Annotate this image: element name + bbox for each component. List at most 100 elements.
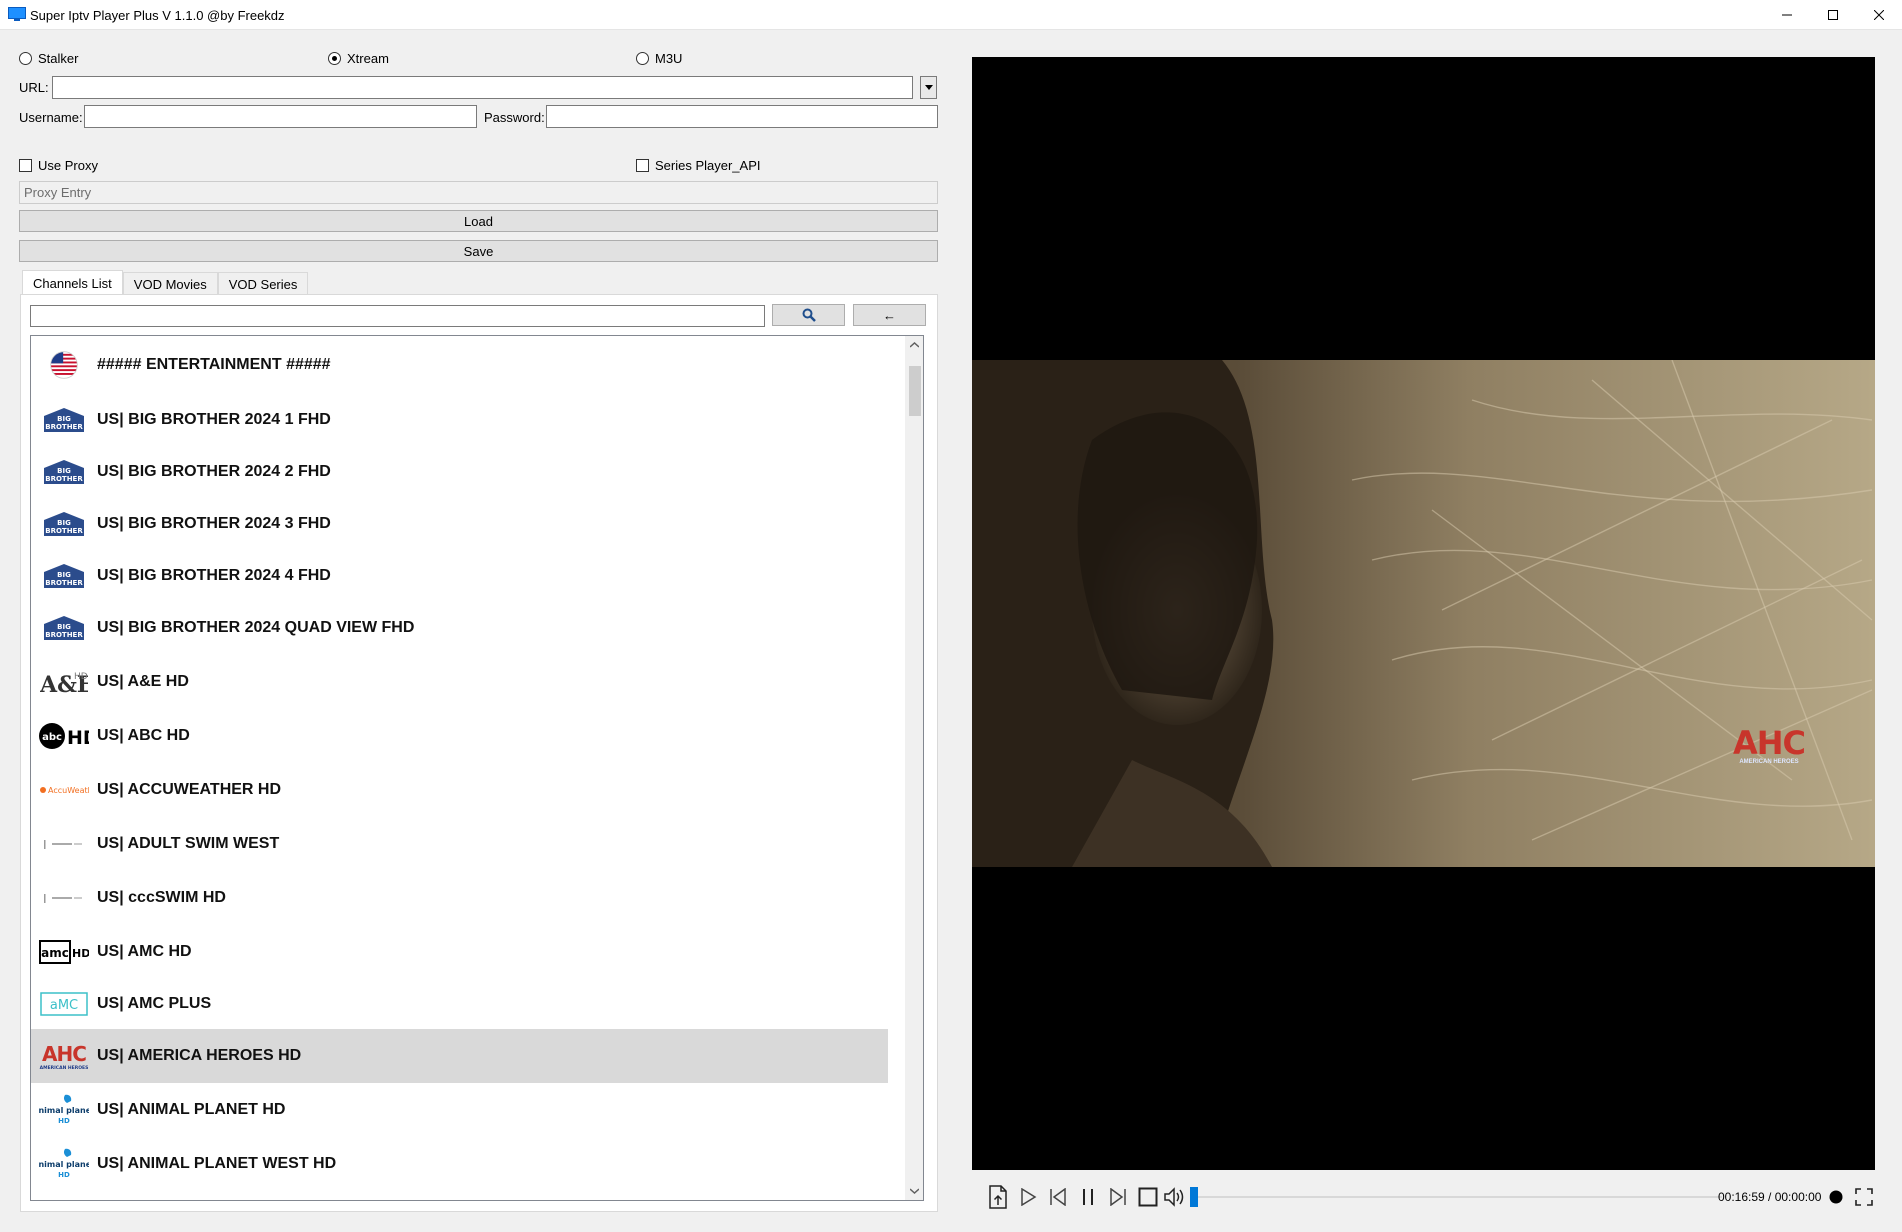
use-proxy-checkbox[interactable]: Use Proxy <box>19 158 98 173</box>
channel-search-button[interactable] <box>772 304 845 326</box>
app-monitor-icon <box>8 7 26 21</box>
channel-list-item[interactable]: BIG BROTHER US| BIG BROTHER 2024 4 FHD <box>31 550 888 602</box>
proxy-entry-input[interactable]: Proxy Entry <box>19 181 938 204</box>
maximize-button[interactable] <box>1810 0 1856 30</box>
svg-text:HD: HD <box>58 1117 70 1125</box>
channel-logo <box>39 880 89 916</box>
username-label: Username: <box>19 110 83 125</box>
fullscreen-button[interactable] <box>1852 1185 1876 1209</box>
svg-text:abc: abc <box>42 732 62 743</box>
load-button[interactable]: Load <box>19 210 938 232</box>
chevron-up-icon <box>909 342 919 348</box>
radio-indicator <box>328 52 341 65</box>
channel-list-item[interactable]: abc HD US| ABC HD <box>31 709 888 763</box>
url-dropdown-button[interactable] <box>920 76 937 99</box>
open-file-button[interactable] <box>986 1185 1010 1209</box>
series-player-api-checkbox[interactable]: Series Player_API <box>636 158 761 173</box>
channel-name: US| ABC HD <box>97 727 190 744</box>
content-tabs: Channels List VOD Movies VOD Series <box>22 270 309 296</box>
channel-list-item[interactable]: A&E HD US| A&E HD <box>31 654 888 709</box>
pause-button[interactable] <box>1076 1185 1100 1209</box>
record-button[interactable] <box>1824 1185 1848 1209</box>
channel-list-item[interactable]: antenna US| ANTENNA TV <box>31 1191 888 1200</box>
channel-list-item[interactable]: AHC AMERICAN HEROES US| AMERICA HEROES HD <box>31 1029 888 1083</box>
channel-name: US| ANIMAL PLANET WEST HD <box>97 1155 337 1172</box>
adult-swim-logo-icon <box>44 840 82 849</box>
pause-icon <box>1083 1189 1093 1205</box>
minimize-button[interactable] <box>1764 0 1810 30</box>
tab-channels-list[interactable]: Channels List <box>22 270 123 296</box>
scroll-down-button[interactable] <box>905 1182 923 1200</box>
channels-panel: ← ##### ENTERTAINMENT ##### BIG BROTHER U… <box>20 294 938 1212</box>
channel-logo: aMC <box>39 986 89 1022</box>
channel-logo <box>39 826 89 862</box>
play-button[interactable] <box>1016 1185 1040 1209</box>
channel-logo: BIG BROTHER <box>39 558 89 594</box>
svg-text:BROTHER: BROTHER <box>45 475 83 483</box>
previous-button[interactable] <box>1046 1185 1070 1209</box>
back-button[interactable]: ← <box>853 304 926 326</box>
channel-list-item[interactable]: US| cccSWIM HD <box>31 871 888 925</box>
channel-list-item[interactable]: animal planet HD US| ANIMAL PLANET HD <box>31 1083 888 1137</box>
channel-list-item[interactable]: BIG BROTHER US| BIG BROTHER 2024 3 FHD <box>31 498 888 550</box>
channel-list-item[interactable]: BIG BROTHER US| BIG BROTHER 2024 2 FHD <box>31 446 888 498</box>
svg-text:HD: HD <box>58 1171 70 1179</box>
accuweather-logo-icon: AccuWeather <box>40 786 89 795</box>
channel-list-item[interactable]: BIG BROTHER US| BIG BROTHER 2024 1 FHD <box>31 394 888 446</box>
tab-vod-movies[interactable]: VOD Movies <box>122 272 218 296</box>
next-icon <box>1110 1188 1126 1206</box>
maximize-icon <box>1828 10 1838 20</box>
open-file-icon <box>989 1185 1007 1209</box>
amc-plus-logo-icon: aMC <box>40 991 88 1016</box>
channel-logo: abc HD <box>39 718 89 754</box>
seek-bar[interactable] <box>1192 1196 1722 1198</box>
scroll-thumb[interactable] <box>909 366 921 416</box>
channel-list-item[interactable]: ##### ENTERTAINMENT ##### <box>31 336 888 394</box>
username-input[interactable] <box>84 105 477 128</box>
channel-name: US| AMC PLUS <box>97 994 212 1012</box>
animal-planet-logo-icon: animal planet HD <box>39 1094 89 1125</box>
close-button[interactable] <box>1856 0 1902 30</box>
stop-button[interactable] <box>1136 1185 1160 1209</box>
channel-list-item[interactable]: BIG BROTHER US| BIG BROTHER 2024 QUAD VIE… <box>31 602 888 654</box>
channel-name: US| BIG BROTHER 2024 QUAD VIEW FHD <box>97 619 415 636</box>
channel-name: US| AMC HD <box>97 942 192 960</box>
svg-text:HD: HD <box>74 672 88 682</box>
url-label: URL: <box>19 80 49 95</box>
seek-handle[interactable] <box>1190 1187 1198 1207</box>
svg-text:AccuWeather: AccuWeather <box>48 786 89 795</box>
password-input[interactable] <box>546 105 938 128</box>
video-player[interactable]: AHC AMERICAN HEROES <box>972 57 1875 1170</box>
channel-list-item[interactable]: animal planet HD US| ANIMAL PLANET WEST H… <box>31 1137 888 1191</box>
url-input[interactable] <box>52 76 913 99</box>
window-title: Super Iptv Player Plus V 1.1.0 @by Freek… <box>30 8 285 23</box>
scroll-up-button[interactable] <box>905 336 923 354</box>
big-brother-logo-icon: BIG BROTHER <box>44 512 84 536</box>
channel-name: US| cccSWIM HD <box>97 889 226 906</box>
mode-stalker-radio[interactable]: Stalker <box>19 51 78 66</box>
close-icon <box>1874 10 1884 20</box>
svg-text:BROTHER: BROTHER <box>45 631 83 639</box>
volume-icon <box>1164 1187 1184 1207</box>
channel-name: US| BIG BROTHER 2024 4 FHD <box>97 567 331 584</box>
mode-m3u-radio[interactable]: M3U <box>636 51 682 66</box>
password-label: Password: <box>484 110 545 125</box>
mode-xtream-radio[interactable]: Xtream <box>328 51 389 66</box>
channel-search-input[interactable] <box>30 305 765 327</box>
big-brother-logo-icon: BIG BROTHER <box>44 564 84 588</box>
channel-list-item[interactable]: aMC US| AMC PLUS <box>31 978 888 1029</box>
save-button[interactable]: Save <box>19 240 938 262</box>
channel-name: US| BIG BROTHER 2024 3 FHD <box>97 515 331 532</box>
channel-list-item[interactable]: US| ADULT SWIM WEST <box>31 817 888 871</box>
volume-button[interactable] <box>1164 1185 1188 1209</box>
channel-list-scrollbar[interactable] <box>905 336 923 1200</box>
svg-text:BIG: BIG <box>57 571 71 579</box>
tab-vod-series[interactable]: VOD Series <box>217 272 309 296</box>
svg-text:animal planet: animal planet <box>39 1106 89 1115</box>
channel-list-item[interactable]: AccuWeather US| ACCUWEATHER HD <box>31 763 888 817</box>
svg-text:BROTHER: BROTHER <box>45 527 83 535</box>
next-button[interactable] <box>1106 1185 1130 1209</box>
channel-list[interactable]: ##### ENTERTAINMENT ##### BIG BROTHER US|… <box>30 335 924 1201</box>
channel-list-item[interactable]: amc HD US| AMC HD <box>31 925 888 978</box>
checkbox-box <box>636 159 649 172</box>
